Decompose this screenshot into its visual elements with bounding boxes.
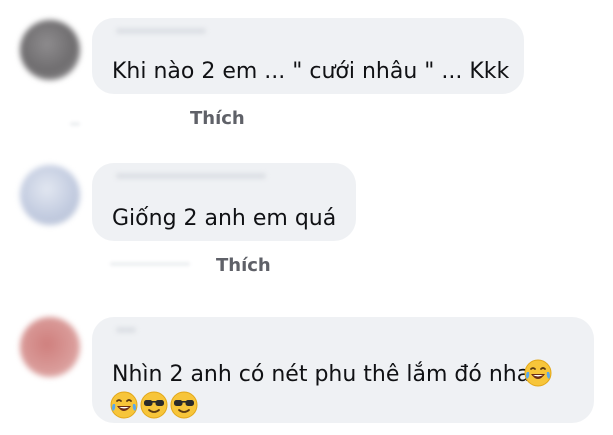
comment-bubble: Khi nào 2 em ... " cưới nhâu " ... Kkk: [92, 18, 524, 94]
sunglasses-emoji-icon: [170, 391, 198, 419]
avatar[interactable]: [20, 165, 80, 225]
comment-text: Nhìn 2 anh có nét phu thê lắm đó nha: [112, 362, 531, 387]
author-name-redacted: [116, 28, 206, 34]
timestamp-redacted: [70, 122, 80, 126]
comment-text: Giống 2 anh em quá: [112, 206, 337, 231]
author-name-redacted: [116, 173, 266, 179]
laughing-tears-emoji-icon: [524, 359, 552, 387]
comment-bubble: Giống 2 anh em quá: [92, 163, 356, 241]
comment-text: Khi nào 2 em ... " cưới nhâu " ... Kkk: [112, 59, 510, 84]
comment-thread: Khi nào 2 em ... " cưới nhâu " ... Kkk T…: [0, 0, 613, 435]
sunglasses-emoji-icon: [140, 391, 168, 419]
timestamp-redacted: [110, 262, 190, 266]
laughing-tears-emoji-icon: [110, 391, 138, 419]
like-button[interactable]: Thích: [216, 255, 271, 276]
avatar[interactable]: [20, 20, 80, 80]
author-name-redacted: [116, 327, 136, 333]
comment-item: Giống 2 anh em quá Thích: [0, 140, 613, 285]
like-button[interactable]: Thích: [190, 108, 245, 129]
avatar[interactable]: [20, 317, 80, 377]
comment-item: Nhìn 2 anh có nét phu thê lắm đó nha: [0, 285, 613, 435]
comment-bubble: Nhìn 2 anh có nét phu thê lắm đó nha: [92, 317, 594, 423]
comment-item: Khi nào 2 em ... " cưới nhâu " ... Kkk T…: [0, 0, 613, 140]
